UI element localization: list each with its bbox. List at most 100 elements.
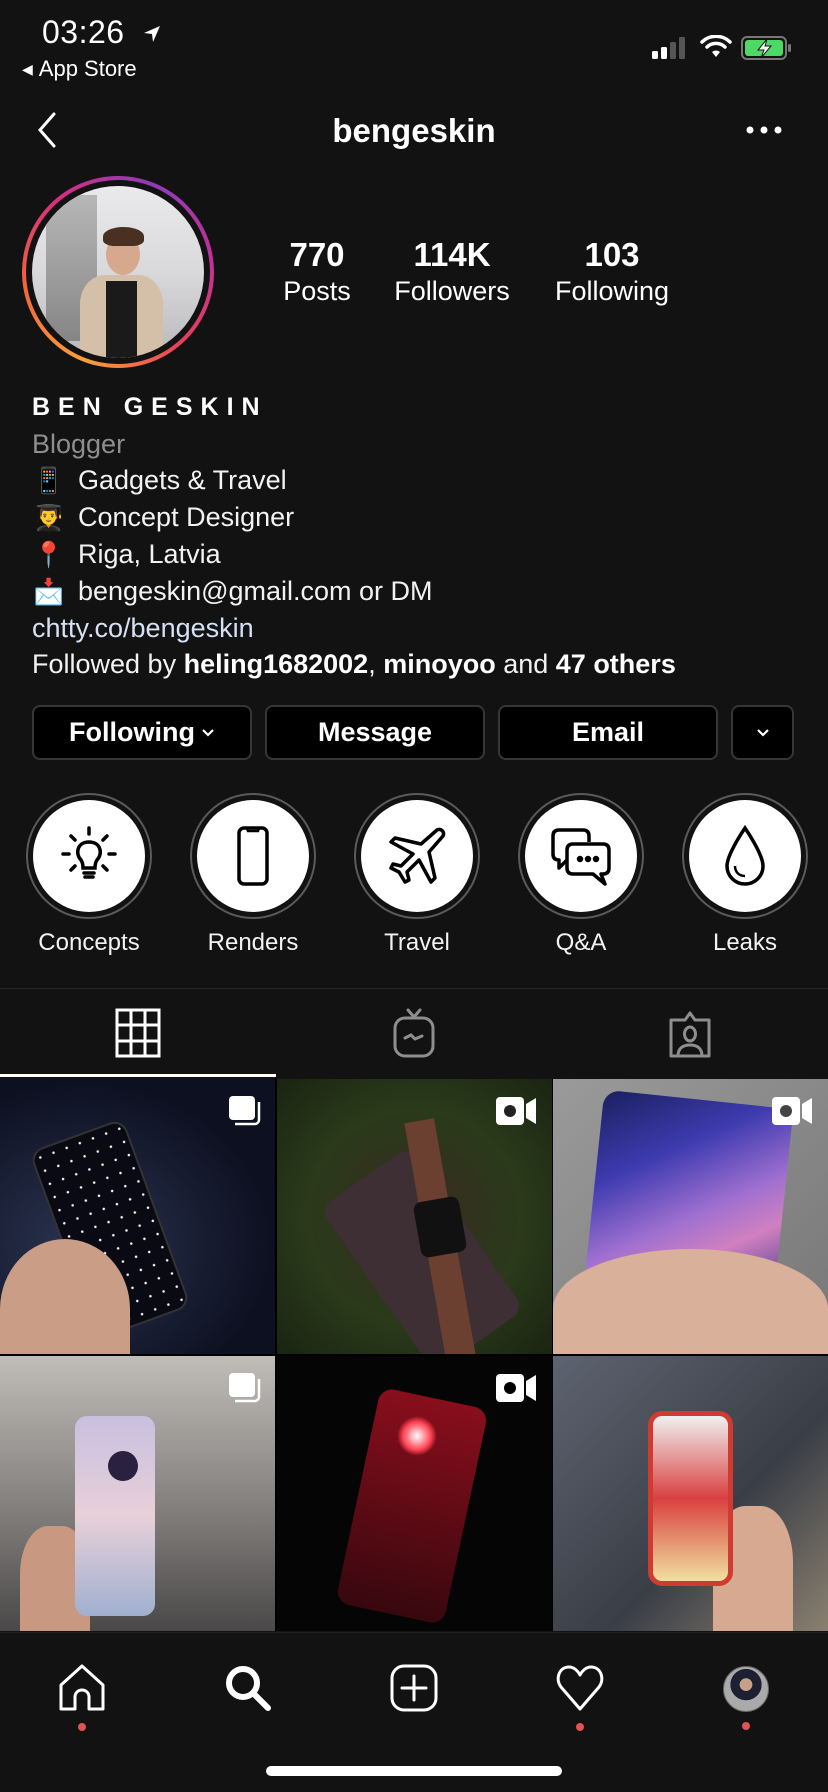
profile-tabs (0, 989, 828, 1077)
location-arrow-icon (144, 26, 160, 42)
follower-username: minoyoo (383, 649, 496, 679)
nav-profile[interactable] (716, 1663, 776, 1743)
bio-line-text: Riga, Latvia (78, 539, 221, 569)
pin-emoji-icon: 📍 (33, 540, 65, 569)
followed-by-sep: , (368, 649, 384, 679)
message-button[interactable]: Message (265, 705, 485, 760)
bio-line: 👨‍🎓 Concept Designer (32, 499, 812, 536)
tagged-person-icon (669, 1011, 711, 1058)
highlight-renders[interactable]: Renders (190, 793, 316, 957)
highlight-label: Renders (207, 929, 299, 956)
highlight-leaks[interactable]: Leaks (682, 793, 808, 957)
status-time: 03:26 (42, 14, 125, 50)
nav-new-post[interactable] (384, 1663, 444, 1743)
email-button[interactable]: Email (498, 705, 718, 760)
back-triangle-icon: ◀ (22, 61, 33, 77)
more-options-icon[interactable] (744, 124, 784, 136)
wifi-icon (700, 35, 732, 57)
nav-activity[interactable] (550, 1663, 610, 1743)
stat-value: 770 (289, 236, 345, 273)
tab-grid[interactable] (0, 989, 276, 1077)
stat-following[interactable]: 103 Following (532, 236, 692, 308)
bio-website-link[interactable]: chtty.co/bengeskin (32, 610, 812, 646)
grid-icon (115, 1008, 161, 1058)
igtv-icon (393, 1008, 435, 1058)
back-to-app-store[interactable]: ◀ App Store (22, 56, 137, 82)
back-app-label: App Store (38, 56, 137, 81)
battery-charging-icon (741, 36, 791, 60)
tab-igtv[interactable] (276, 989, 552, 1077)
envelope-emoji-icon: 📩 (33, 577, 65, 606)
airplane-icon (389, 827, 446, 884)
highlight-label: Travel (384, 929, 450, 956)
highlight-label: Leaks (712, 929, 778, 956)
profile-avatar-icon (723, 1666, 769, 1712)
video-icon (495, 1374, 536, 1402)
search-icon (226, 1666, 271, 1711)
following-button-label: Following (69, 717, 195, 747)
stat-value: 103 (584, 236, 640, 273)
highlight-travel[interactable]: Travel (354, 793, 480, 957)
profile-full-name: BEN GESKIN (32, 393, 268, 421)
chevron-down-icon (202, 728, 214, 737)
followed-by-prefix: Followed by (32, 649, 184, 679)
nav-home[interactable] (52, 1663, 112, 1743)
chat-bubbles-icon (551, 828, 611, 886)
stat-label: Followers (394, 276, 510, 306)
bio-line-text: Gadgets & Travel (78, 465, 287, 495)
stat-value: 114K (413, 236, 491, 273)
follower-username: heling1682002 (183, 649, 369, 679)
posts-grid (0, 1079, 828, 1631)
post-thumbnail[interactable] (0, 1079, 275, 1354)
post-thumbnail[interactable] (553, 1079, 828, 1354)
chevron-down-icon (756, 728, 769, 737)
profile-username-title: bengeskin (332, 112, 496, 149)
bio-line: 📍 Riga, Latvia (32, 536, 812, 573)
bio-line-text: Concept Designer (78, 502, 295, 532)
notification-dot (742, 1722, 750, 1730)
highlight-label: Q&A (555, 929, 607, 956)
suggested-accounts-button[interactable] (731, 705, 794, 760)
video-icon (495, 1097, 536, 1125)
tab-tagged[interactable] (552, 989, 828, 1077)
profile-avatar (32, 186, 204, 358)
post-thumbnail[interactable] (276, 1079, 552, 1354)
bio-line: 📱 Gadgets & Travel (32, 462, 812, 499)
profile-stats: 770 Posts 114K Followers 103 Following (262, 236, 692, 308)
highlight-label: Concepts (38, 929, 140, 956)
signal-icon (652, 37, 685, 59)
followed-by[interactable]: Followed by heling1682002, minoyoo and 4… (32, 646, 812, 682)
heart-icon (556, 1665, 604, 1711)
followed-by-and: and (495, 649, 556, 679)
profile-header: bengeskin (0, 100, 828, 164)
post-thumbnail[interactable] (553, 1356, 828, 1631)
home-indicator[interactable] (266, 1766, 562, 1776)
stat-label: Following (554, 276, 670, 306)
smartphone-icon (237, 826, 269, 886)
video-icon (772, 1097, 812, 1125)
post-thumbnail[interactable] (276, 1356, 552, 1631)
student-emoji-icon: 👨‍🎓 (33, 503, 65, 532)
status-bar: 03:26 ◀ App Store (0, 0, 828, 90)
story-highlights: Concepts Renders Travel Q&A Leaks (26, 793, 808, 957)
phone-emoji-icon: 📱 (33, 466, 65, 495)
profile-actions: Following Message Email (32, 705, 794, 760)
notification-dot (576, 1723, 584, 1731)
followed-by-others: 47 others (555, 649, 676, 679)
home-icon (59, 1664, 105, 1711)
nav-search[interactable] (218, 1663, 278, 1743)
droplet-icon (725, 824, 765, 886)
following-button[interactable]: Following (32, 705, 252, 760)
profile-avatar-story-ring[interactable] (22, 176, 214, 368)
carousel-icon (229, 1373, 261, 1403)
stat-followers[interactable]: 114K Followers (372, 236, 532, 308)
highlight-concepts[interactable]: Concepts (26, 793, 152, 957)
stat-posts[interactable]: 770 Posts (262, 236, 372, 308)
post-thumbnail[interactable] (0, 1356, 275, 1631)
highlight-qa[interactable]: Q&A (518, 793, 644, 957)
notification-dot (78, 1723, 86, 1731)
bio-line: 📩 bengeskin@gmail.com or DM (32, 573, 812, 610)
profile-bio: BEN GESKIN Blogger 📱 Gadgets & Travel 👨‍🎓… (32, 390, 812, 682)
lightbulb-icon (61, 826, 117, 879)
profile-category: Blogger (32, 429, 126, 459)
